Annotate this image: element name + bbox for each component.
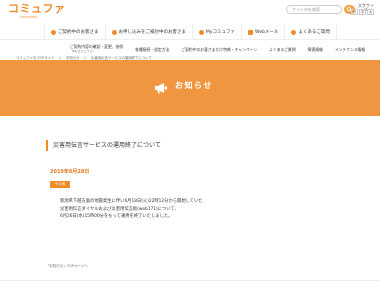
nav-label: よくあるご質問: [298, 30, 330, 35]
page-title: お知らせ: [175, 81, 213, 90]
house-icon: [111, 29, 117, 35]
nav-label: お申し込みをご検討中のお客さま: [118, 30, 187, 35]
page-banner: お知らせ: [0, 60, 380, 116]
site-logo[interactable]: コミュファ commufa: [8, 2, 66, 20]
news-top-link[interactable]: 「お知らせ」TOPページへ: [46, 264, 88, 269]
nav-webmail[interactable]: Webメール: [242, 24, 286, 40]
heart-icon: [199, 29, 204, 35]
font-size-small-button[interactable]: 小: [351, 9, 358, 15]
nav-faq[interactable]: よくあるご質問: [285, 24, 337, 40]
subnav-label: 障害情報: [307, 46, 323, 52]
article-line: 6月26日(水)15時00分をもって運用を終了いたしました。: [60, 214, 173, 219]
nav-prospective-customers[interactable]: お申し込みをご検討中のお客さま: [106, 24, 193, 40]
main-nav: ご契約中のお客さま お申し込みをご検討中のお客さま Myコミュファ Webメール…: [0, 24, 380, 40]
subnav-label: メンテナンス情報: [334, 46, 366, 52]
mail-icon: [248, 29, 254, 35]
article-date: 2019年6月28日: [50, 169, 90, 175]
article-body: 新潟県下越方面の地震発生に伴い6月18日(火)22時12分から開始していた 災害…: [60, 198, 203, 221]
subnav-label: よくあるご質問: [269, 46, 296, 52]
person-icon: [51, 29, 56, 35]
footer-divider: [0, 280, 380, 281]
font-size-controls: 小 中 大: [351, 9, 374, 15]
nav-label: ご契約中のお客さま: [58, 30, 99, 35]
search-input[interactable]: サイト内を検索: [286, 5, 342, 14]
logo-text: コミュファ: [8, 2, 66, 15]
article-line: 災害用伝言ダイヤルおよび災害用伝言板(web171)について、: [60, 206, 179, 212]
nav-my-commufa[interactable]: Myコミュファ: [193, 24, 243, 40]
article-title: 災害用伝言サービスの運用終了について: [46, 140, 336, 151]
subnav-faq[interactable]: よくあるご質問: [263, 40, 302, 58]
category-badge: その他: [50, 181, 70, 188]
subnav-label: 各種接続・設定方法: [135, 46, 170, 52]
font-size-large-button[interactable]: 大: [367, 9, 374, 15]
question-icon: [291, 29, 297, 35]
site-header: コミュファ commufa サイト内を検索 文字サイズ 小 中 大: [0, 0, 380, 24]
logo-subtext: commufa: [20, 15, 37, 19]
megaphone-icon: [155, 83, 167, 94]
subnav-maintenance[interactable]: メンテナンス情報: [329, 40, 371, 58]
nav-current-customers[interactable]: ご契約中のお客さま: [44, 24, 106, 40]
nav-label: Webメール: [255, 30, 279, 35]
font-size-medium-button[interactable]: 中: [359, 9, 366, 15]
subnav-campaign[interactable]: ご契約中のお客さまだけ特典・キャンペーン: [175, 40, 263, 58]
subnav-sublabel: （Myコミュファ）: [70, 49, 96, 53]
subnav-outage[interactable]: 障害情報: [302, 40, 329, 58]
nav-label: Myコミュファ: [206, 30, 236, 35]
subnav-label: ご契約中のお客さまだけ特典・キャンペーン: [181, 46, 258, 52]
article-line: 新潟県下越方面の地震発生に伴い6月18日(火)22時12分から開始していた: [60, 199, 203, 204]
